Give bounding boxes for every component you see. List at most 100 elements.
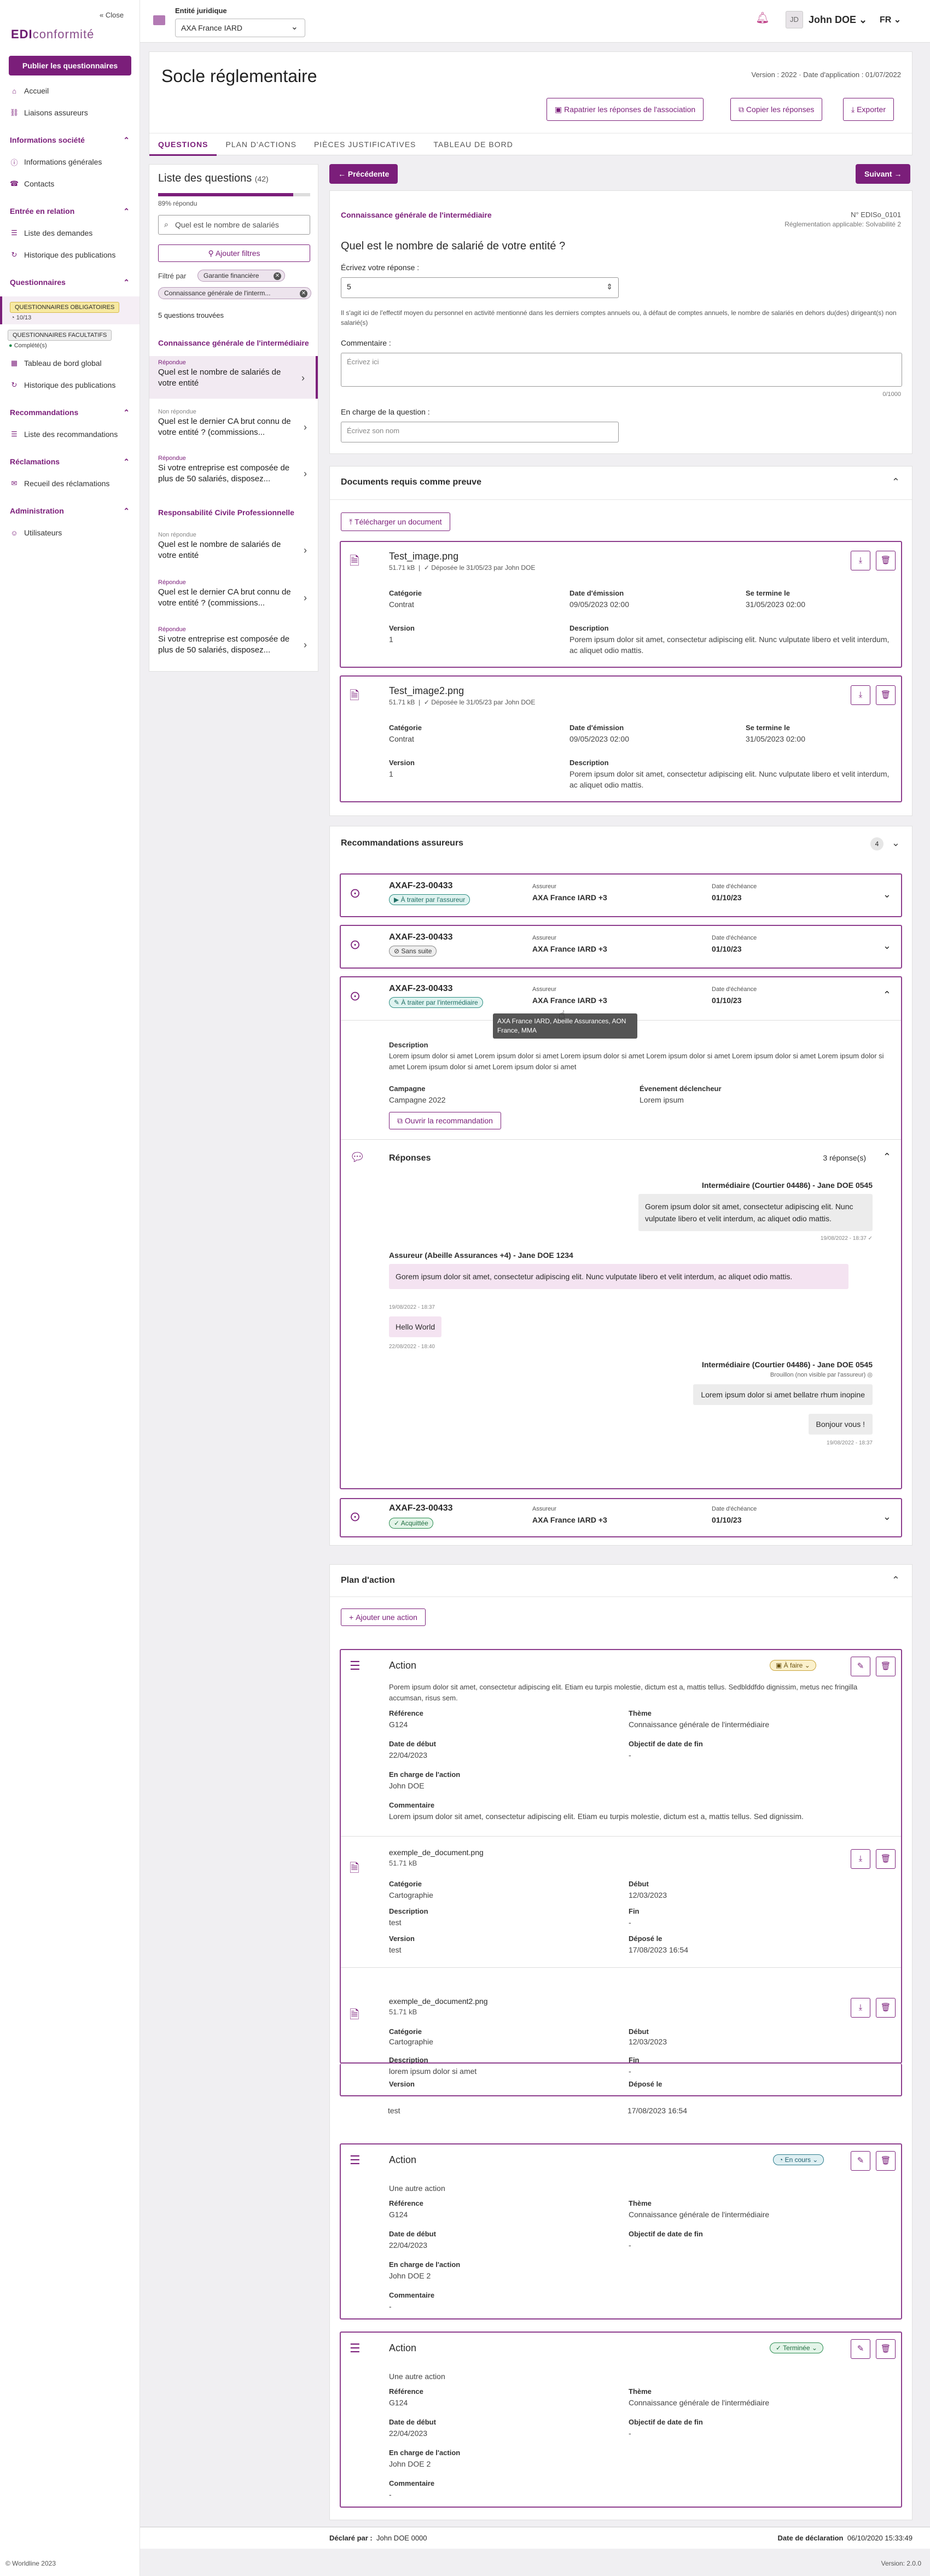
due-label: Date d'échéance xyxy=(712,935,757,941)
add-action-button[interactable]: + Ajouter une action xyxy=(341,1608,426,1626)
download-icon[interactable]: ⤓ xyxy=(851,551,870,570)
download-icon[interactable]: ⤓ xyxy=(851,1998,870,2018)
file-icon: 🗎︎ xyxy=(350,2008,359,2021)
nav-history[interactable]: ↻ Historique des publications xyxy=(0,244,140,266)
chevron-down-icon[interactable]: ⌄ xyxy=(883,1511,891,1523)
tab-dashboard[interactable]: TABLEAU DE BORD xyxy=(425,133,521,156)
recommendation-item[interactable]: ⊙ AXAF-23-00433 ⊘ Sans suite Assureur AX… xyxy=(340,925,902,969)
nav-dashboard[interactable]: ▦ Tableau de bord global xyxy=(0,352,140,374)
chevron-down-icon[interactable]: ⌄ xyxy=(883,889,891,900)
delete-icon[interactable]: 🗑︎ xyxy=(876,685,896,705)
user-name: John DOE xyxy=(809,14,857,25)
nav-links[interactable]: ⛓ Liaisons assureurs xyxy=(0,102,140,124)
entity-select[interactable]: AXA France IARD xyxy=(175,19,305,37)
status-badge[interactable]: ◔ En cours ⌄ xyxy=(773,2154,824,2165)
status-badge[interactable]: ✓ Terminée ⌄ xyxy=(770,2342,823,2353)
delete-icon[interactable]: 🗑︎ xyxy=(876,551,896,570)
nav-home[interactable]: ⌂ Accueil xyxy=(0,80,140,102)
delete-icon[interactable]: 🗑︎ xyxy=(876,1849,896,1869)
language-select[interactable]: FR ⌄ xyxy=(880,14,901,25)
section-claims[interactable]: Réclamations ⌃ xyxy=(0,451,140,473)
objective-value: - xyxy=(629,2241,631,2249)
question-item[interactable]: Répondue Quel est le dernier CA brut conn… xyxy=(149,576,318,619)
document-uploaded: Déposée le 31/05/23 par John DOE xyxy=(431,564,536,572)
download-icon[interactable]: ⤓ xyxy=(851,685,870,705)
question-item[interactable]: Répondue Quel est le nombre de salariés d… xyxy=(149,356,318,399)
stepper-icon[interactable]: ⇕ xyxy=(606,282,613,292)
chevron-up-icon[interactable]: ⌃ xyxy=(892,476,900,488)
repatriate-button[interactable]: ▣ Rapatrier les réponses de l'associatio… xyxy=(547,98,704,121)
nav-users[interactable]: ☺ Utilisateurs xyxy=(0,522,140,544)
tab-questions[interactable]: QUESTIONS xyxy=(149,133,217,156)
nav-contacts[interactable]: ☎ Contacts xyxy=(0,173,140,195)
nav-mandatory[interactable]: QUESTIONNAIRES OBLIGATOIRES ◔ 10/13 xyxy=(0,296,140,324)
delete-icon[interactable]: 🗑︎ xyxy=(876,1657,896,1676)
question-item[interactable]: Non répondue Quel est le dernier CA brut … xyxy=(149,405,318,448)
close-icon[interactable]: ✕ xyxy=(300,290,307,298)
answer-input[interactable]: 5 ⇕ xyxy=(341,277,619,298)
search-input[interactable]: ⌕ Quel est le nombre de salariés xyxy=(158,215,310,235)
question-item[interactable]: Répondue Si votre entreprise est composée… xyxy=(149,623,318,666)
user-menu[interactable]: John DOE ⌄ xyxy=(809,14,867,26)
insurer-value[interactable]: AXA France IARD +3 xyxy=(532,996,607,1005)
question-item[interactable]: Non répondue Quel est le nombre de salari… xyxy=(149,528,318,571)
recommendation-item[interactable]: ⊙ AXAF-23-00433 ▶ À traiter par l'assure… xyxy=(340,873,902,917)
nav-optional[interactable]: QUESTIONNAIRES FACULTATIFS ● Complété(s) xyxy=(0,324,140,352)
status-badge[interactable]: ▣ À faire ⌄ xyxy=(770,1660,816,1671)
campaign-value: Campagne 2022 xyxy=(389,1095,446,1104)
filter-chip: Garantie financière ✕ xyxy=(197,270,285,282)
delete-icon[interactable]: 🗑︎ xyxy=(876,2151,896,2171)
status-label: Acquittée xyxy=(400,1519,428,1527)
action-item-continued: Description lorem ipsum dolor si amet Fi… xyxy=(340,2056,902,2096)
open-recommendation-button[interactable]: ⧉ Ouvrir la recommandation xyxy=(389,1112,501,1129)
recommendation-item[interactable]: ⊙ AXAF-23-00433 ✓ Acquittée Assureur AXA… xyxy=(340,1498,902,1537)
delete-icon[interactable]: 🗑︎ xyxy=(876,1998,896,2018)
edit-icon[interactable]: ✎ xyxy=(851,2151,870,2171)
chevron-down-icon[interactable]: ⌄ xyxy=(892,837,900,849)
chevron-right-icon: › xyxy=(304,468,307,479)
add-filters-button[interactable]: ⚲ Ajouter filtres xyxy=(158,244,310,262)
nav-requests-label: Liste des demandes xyxy=(24,229,93,237)
chevron-up-icon[interactable]: ⌃ xyxy=(883,989,891,1001)
section-relation[interactable]: Entrée en relation ⌃ xyxy=(0,200,140,222)
tab-documents[interactable]: PIÈCES JUSTIFICATIVES xyxy=(305,133,425,156)
chevron-up-icon[interactable]: ⌃ xyxy=(892,1575,900,1586)
upload-document-button[interactable]: ⤒ Télécharger un document xyxy=(341,512,450,531)
delete-icon[interactable]: 🗑︎ xyxy=(876,2339,896,2359)
nav-reco-list[interactable]: ☰ Liste des recommandations xyxy=(0,423,140,445)
section-questionnaires[interactable]: Questionnaires ⌃ xyxy=(0,271,140,293)
home-icon: ⌂ xyxy=(12,86,16,95)
tab-action-plan[interactable]: PLAN D'ACTIONS xyxy=(217,133,305,156)
question-item[interactable]: Répondue Si votre entreprise est composée… xyxy=(149,452,318,494)
edit-icon[interactable]: ✎ xyxy=(851,2339,870,2359)
deposit-label: Déposé le xyxy=(629,1934,662,1943)
chevron-up-icon[interactable]: ⌃ xyxy=(883,1151,891,1163)
bell-icon[interactable]: 🔔︎ xyxy=(754,11,771,28)
copy-button[interactable]: ⧉ Copier les réponses xyxy=(730,98,823,121)
nav-requests[interactable]: ☰ Liste des demandes xyxy=(0,222,140,244)
divider xyxy=(330,1596,912,1597)
nav-general[interactable]: ⓘ Informations générales xyxy=(0,151,140,173)
section-admin[interactable]: Administration ⌃ xyxy=(0,500,140,522)
message-bubble: Gorem ipsum dolor sit amet, consectetur … xyxy=(389,1264,848,1289)
download-icon[interactable]: ⤓ xyxy=(851,1849,870,1869)
export-button[interactable]: ⤓ Exporter xyxy=(843,98,894,121)
nav-history2[interactable]: ↻ Historique des publications xyxy=(0,374,140,396)
publish-button[interactable]: Publier les questionnaires xyxy=(9,56,131,75)
comment-field[interactable]: Écrivez ici xyxy=(341,353,902,387)
owner-field[interactable]: Écrivez son nom xyxy=(341,422,619,442)
section-admin-label: Administration xyxy=(10,506,64,515)
insurer-value: AXA France IARD +3 xyxy=(532,945,607,953)
next-button[interactable]: Suivant → xyxy=(856,164,911,184)
edit-icon[interactable]: ✎ xyxy=(851,1657,870,1676)
chip-label: Connaissance générale de l'interm... xyxy=(164,289,271,297)
close-sidebar-button[interactable]: « Close xyxy=(100,11,124,19)
section-info[interactable]: Informations société ⌃ xyxy=(0,129,140,151)
section-reco[interactable]: Recommandations ⌃ xyxy=(0,401,140,423)
avatar[interactable]: JD xyxy=(786,11,803,28)
cursor-icon: ☝︎ xyxy=(559,1009,566,1021)
chevron-down-icon[interactable]: ⌄ xyxy=(883,940,891,952)
previous-button[interactable]: ← Précédente xyxy=(329,164,398,184)
close-icon[interactable]: ✕ xyxy=(274,272,281,280)
nav-claims[interactable]: ✉ Recueil des réclamations xyxy=(0,473,140,494)
